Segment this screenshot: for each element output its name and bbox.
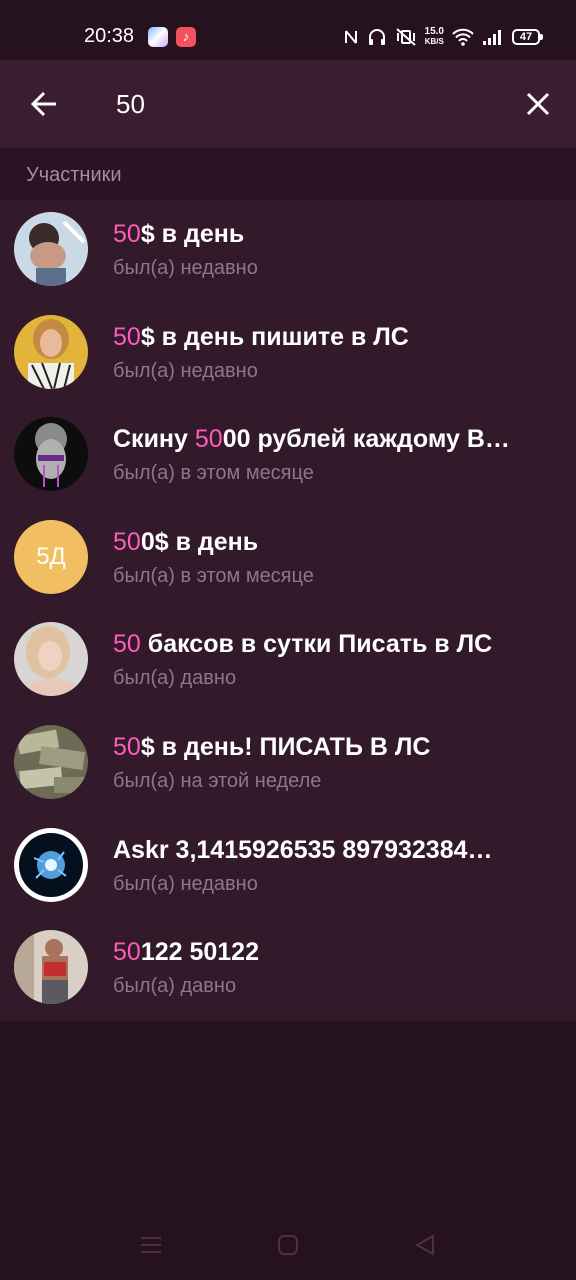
last-seen-status: был(а) недавно xyxy=(113,257,258,279)
last-seen-status: был(а) в этом месяце xyxy=(113,564,314,587)
status-time: 20:38 xyxy=(84,25,135,47)
results-list: 50$ в день был(а) недавно 50$ в день пиш… xyxy=(0,200,576,1021)
signal-icon xyxy=(483,30,501,45)
last-seen-status: был(а) давно xyxy=(113,975,237,998)
contact-name: Askr 3,1415926535 897932384… xyxy=(113,835,493,864)
avatar xyxy=(14,930,88,1005)
app-notification-icon xyxy=(148,27,168,47)
list-item[interactable]: 50$ в день пишите в ЛС был(а) недавно xyxy=(0,303,576,406)
clear-search-button[interactable] xyxy=(514,80,562,128)
contact-name: 500$ в день xyxy=(113,527,259,556)
nfc-icon xyxy=(344,30,357,44)
recents-button[interactable] xyxy=(136,1232,166,1258)
music-note-icon: ♪ xyxy=(176,27,196,47)
contact-name: 50$ в день! ПИСАТЬ В ЛС xyxy=(113,732,431,761)
avatar xyxy=(14,827,88,902)
last-seen-status: был(а) недавно xyxy=(113,872,258,895)
list-item[interactable]: Askr 3,1415926535 897932384… был(а) неда… xyxy=(0,816,576,919)
last-seen-status: был(а) на этой неделе xyxy=(113,769,322,792)
status-bar: 20:38 ♪ 15.0 KB/S 47 xyxy=(0,0,576,60)
back-button[interactable] xyxy=(20,80,68,128)
section-header: Участники xyxy=(0,148,576,200)
contact-name: 50122 50122 xyxy=(113,938,259,967)
headphones-icon xyxy=(368,29,385,45)
list-item[interactable]: 5Д 500$ в день был(а) в этом месяце xyxy=(0,508,576,611)
last-seen-status: был(а) в этом месяце xyxy=(113,462,314,485)
status-icons: 15.0 KB/S 47 xyxy=(343,24,543,50)
avatar xyxy=(14,417,88,492)
last-seen-status: был(а) давно xyxy=(113,667,237,690)
list-item[interactable]: 50122 50122 был(а) давно xyxy=(0,918,576,1021)
triangle-back-icon xyxy=(414,1234,434,1256)
last-seen-status: был(а) недавно xyxy=(113,359,258,382)
avatar xyxy=(14,622,88,697)
vibrate-mute-icon xyxy=(395,28,416,46)
avatar xyxy=(14,724,88,799)
search-bar xyxy=(0,60,576,148)
search-input[interactable] xyxy=(116,84,496,124)
contact-name: Скину 5000 рублей каждому В… xyxy=(113,425,510,454)
menu-icon xyxy=(141,1237,161,1253)
system-back-button[interactable] xyxy=(410,1232,440,1258)
contact-name: 50$ в день xyxy=(113,220,245,248)
section-title: Участники xyxy=(26,164,122,186)
avatar-initials: 5Д xyxy=(14,519,88,594)
list-item[interactable]: 50$ в день! ПИСАТЬ В ЛС был(а) на этой н… xyxy=(0,713,576,816)
avatar xyxy=(14,212,88,286)
avatar xyxy=(14,314,88,389)
list-item[interactable]: Скину 5000 рублей каждому В… был(а) в эт… xyxy=(0,405,576,508)
battery-icon: 47 xyxy=(512,29,543,45)
home-button[interactable] xyxy=(273,1232,303,1258)
arrow-left-icon xyxy=(30,91,56,117)
home-square-icon xyxy=(278,1235,298,1255)
contact-name: 50 баксов в сутки Писать в ЛС xyxy=(113,630,493,659)
system-nav-bar xyxy=(0,1210,576,1280)
wifi-icon xyxy=(452,28,474,46)
list-item[interactable]: 50$ в день был(а) недавно xyxy=(0,200,576,303)
list-item[interactable]: 50 баксов в сутки Писать в ЛС был(а) дав… xyxy=(0,610,576,713)
contact-name: 50$ в день пишите в ЛС xyxy=(113,322,409,351)
network-speed: 15.0 KB/S xyxy=(424,26,444,47)
close-icon xyxy=(526,92,550,116)
